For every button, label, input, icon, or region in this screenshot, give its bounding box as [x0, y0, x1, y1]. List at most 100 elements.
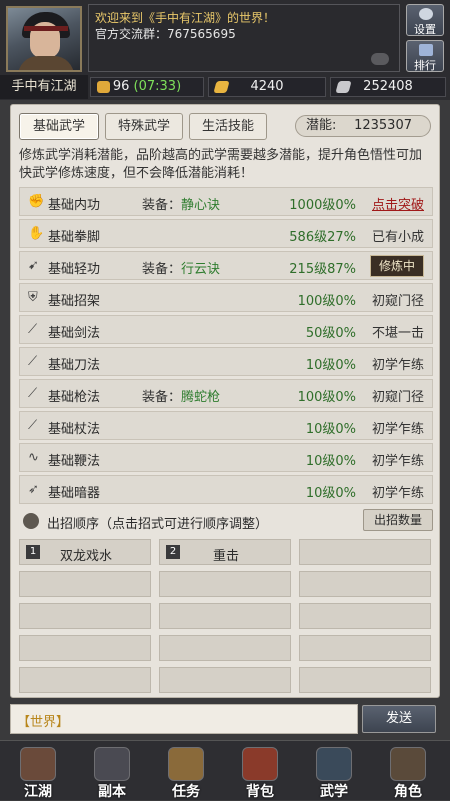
- skill-row[interactable]: ⟋ 基础剑法 50级0% 不堪一击: [19, 315, 433, 344]
- order-label: 出招顺序（点击招式可进行顺序调整）: [47, 517, 269, 532]
- top-header: 手中有江湖 欢迎来到《手中有江湖》的世界！ 官方交流群：767565695 设置…: [0, 0, 450, 100]
- skill-name: 基础招架: [48, 294, 101, 309]
- skill-row[interactable]: ∿ 基础鞭法 10级0% 初学乍练: [19, 443, 433, 472]
- empty-move-slot[interactable]: [299, 571, 431, 597]
- skill-row[interactable]: ✊ 基础内功 装备：静心诀 1000级0% 点击突破: [19, 187, 433, 216]
- move-slot[interactable]: 2 重击: [159, 539, 291, 565]
- skill-name: 基础枪法: [48, 390, 101, 405]
- potential-label: 潜能:: [306, 118, 337, 133]
- message-box[interactable]: 欢迎来到《手中有江湖》的世界！ 官方交流群：767565695: [88, 4, 400, 72]
- empty-move-slot[interactable]: [19, 571, 151, 597]
- nav-item[interactable]: 副本: [80, 745, 144, 801]
- character-icon: [390, 747, 426, 781]
- silver-resource[interactable]: 252408: [330, 77, 446, 97]
- tab-special-skills[interactable]: 特殊武学: [105, 113, 183, 140]
- bottom-nav: 江湖 副本 任务 背包 武学 角色: [0, 740, 450, 800]
- bag-icon: [242, 747, 278, 781]
- training-badge[interactable]: 修炼中: [370, 255, 424, 277]
- skill-name: 基础杖法: [48, 422, 101, 437]
- staff-icon: ⟋: [28, 418, 38, 433]
- order-icon: [23, 513, 39, 529]
- avatar[interactable]: [6, 6, 82, 72]
- settings-label: 设置: [414, 23, 436, 36]
- skill-row[interactable]: ⛨ 基础招架 100级0% 初窥门径: [19, 283, 433, 312]
- skills-description: 修炼武学消耗潜能，品阶越高的武学需要越多潜能，提升角色悟性可加快武学修炼速度，但…: [19, 148, 423, 181]
- settings-button[interactable]: 设置: [406, 4, 444, 36]
- fist-icon: ✊: [28, 194, 45, 209]
- breakthrough-link[interactable]: 点击突破: [360, 194, 424, 213]
- tab-life-skills[interactable]: 生活技能: [189, 113, 267, 140]
- move-count-button[interactable]: 出招数量: [363, 509, 433, 531]
- nav-item[interactable]: 角色: [376, 745, 440, 801]
- nav-label: 背包: [246, 784, 274, 800]
- nav-item[interactable]: 背包: [228, 745, 292, 801]
- skill-level: 50级0%: [305, 326, 356, 341]
- skill-name: 基础暗器: [48, 486, 101, 501]
- rank-button[interactable]: 排行: [406, 40, 444, 72]
- skill-name: 基础鞭法: [48, 454, 101, 469]
- skill-status: 初学乍练: [371, 358, 424, 373]
- skill-status: 初学乍练: [371, 422, 424, 437]
- empty-move-slot[interactable]: [19, 603, 151, 629]
- energy-timer: (07:33): [133, 79, 182, 94]
- martial-icon: [316, 747, 352, 781]
- nav-label: 角色: [394, 784, 422, 800]
- empty-move-slot[interactable]: [159, 571, 291, 597]
- nav-label: 副本: [98, 784, 126, 800]
- skill-name: 基础刀法: [48, 358, 101, 373]
- skill-row[interactable]: ⟋ 基础杖法 10级0% 初学乍练: [19, 411, 433, 440]
- nav-item[interactable]: 武学: [302, 745, 366, 801]
- avatar-body: [18, 56, 74, 70]
- empty-move-slot[interactable]: [19, 635, 151, 661]
- quest-icon: [168, 747, 204, 781]
- dungeon-icon: [94, 747, 130, 781]
- empty-move-slot[interactable]: [299, 603, 431, 629]
- empty-move-slot[interactable]: [299, 635, 431, 661]
- skill-level: 10级0%: [305, 422, 356, 437]
- gold-resource[interactable]: 4240: [208, 77, 326, 97]
- move-slot[interactable]: 1 双龙戏水: [19, 539, 151, 565]
- nav-item[interactable]: 江湖: [6, 745, 70, 801]
- empty-move-slot[interactable]: [159, 667, 291, 693]
- move-order-bar: 出招顺序（点击招式可进行顺序调整） 出招数量: [19, 509, 433, 533]
- empty-move-slot[interactable]: [299, 539, 431, 565]
- skill-name: 基础内功: [48, 198, 101, 213]
- dart-icon: ➶: [28, 482, 39, 497]
- skill-row[interactable]: ✋ 基础拳脚 586级27% 已有小成: [19, 219, 433, 248]
- skill-level: 10级0%: [305, 486, 356, 501]
- player-name: 手中有江湖: [0, 75, 88, 99]
- energy-resource[interactable]: 96 (07:33): [90, 77, 204, 97]
- silver-value: 252408: [363, 79, 413, 94]
- silver-ingot-icon: [335, 81, 352, 93]
- skill-level: 10级0%: [305, 358, 356, 373]
- empty-move-slot[interactable]: [19, 667, 151, 693]
- spear-icon: ⟋: [28, 386, 38, 401]
- potential-display: 潜能: 1235307: [295, 115, 431, 137]
- skill-row[interactable]: ➹ 基础轻功 装备：行云诀 215级87% 修炼中: [19, 251, 433, 280]
- skill-level: 1000级0%: [289, 198, 356, 213]
- skill-row[interactable]: ⟋ 基础枪法 装备：腾蛇枪 100级0% 初窥门径: [19, 379, 433, 408]
- move-name: 双龙戏水: [59, 549, 112, 564]
- palm-icon: ✋: [28, 226, 45, 241]
- tab-basic-skills[interactable]: 基础武学: [19, 113, 99, 140]
- gold-ingot-icon: [213, 81, 230, 93]
- nav-label: 任务: [172, 784, 200, 800]
- skill-name: 基础剑法: [48, 326, 101, 341]
- nav-item[interactable]: 任务: [154, 745, 218, 801]
- skill-status: 初学乍练: [371, 486, 424, 501]
- send-button[interactable]: 发送: [362, 705, 436, 733]
- skill-row[interactable]: ⟋ 基础刀法 10级0% 初学乍练: [19, 347, 433, 376]
- skill-equip: 装备：腾蛇枪: [142, 390, 221, 405]
- skill-status: 初窥门径: [371, 294, 424, 309]
- sword-icon: ⟋: [28, 322, 38, 337]
- empty-move-slot[interactable]: [299, 667, 431, 693]
- skill-equip: 装备：静心诀: [142, 198, 221, 213]
- chat-input[interactable]: 【世界】: [10, 704, 358, 734]
- avatar-headband: [24, 26, 68, 31]
- empty-move-slot[interactable]: [159, 635, 291, 661]
- empty-move-slot[interactable]: [159, 603, 291, 629]
- skill-row[interactable]: ➶ 基础暗器 10级0% 初学乍练: [19, 475, 433, 504]
- energy-value: 96: [112, 79, 130, 94]
- trophy-icon: [419, 44, 433, 56]
- skill-level: 100级0%: [297, 294, 356, 309]
